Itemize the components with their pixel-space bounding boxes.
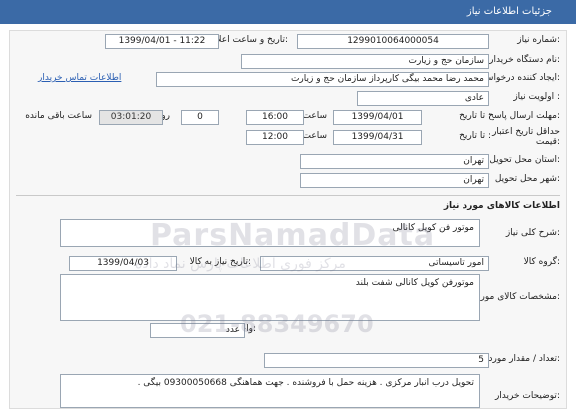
delivery-city-field: تهران — [300, 173, 489, 188]
delivery-province-label: استان محل تحویل: — [489, 155, 560, 165]
need-number-field: 1299010064000054 — [297, 34, 489, 49]
until-date-label: تا تاریخ : — [459, 111, 491, 121]
need-number-label: شماره نیاز: — [517, 35, 560, 45]
remaining-time-field: 03:01:20 — [99, 110, 163, 125]
buyer-contact-link[interactable]: اطلاعات تماس خریدار — [38, 73, 121, 83]
requester-field: محمد رضا محمد بیگی کارپرداز سازمان حج و … — [156, 72, 489, 87]
requester-label: ایجاد کننده درخواست: — [477, 73, 560, 83]
remaining-label: ساعت باقی مانده — [25, 111, 92, 121]
announce-datetime-field: 1399/04/01 - 11:22 — [105, 34, 219, 49]
priority-field: عادی — [357, 91, 489, 106]
watermark-phone: 021-88349670 — [180, 310, 374, 338]
buyer-org-label: نام دستگاه خریدار: — [489, 55, 560, 65]
watermark-line1: مرکز فوری اطلاعات پارس نماد داده — [135, 256, 346, 272]
send-deadline-date-field: 1399/04/01 — [333, 110, 422, 125]
buyer-org-field: سازمان حج و زیارت — [241, 54, 489, 69]
price-until-label: تا تاریخ : — [459, 131, 491, 141]
page-header: جزئیات اطلاعات نیاز — [0, 0, 576, 24]
quantity-field: 5 — [264, 353, 489, 368]
buyer-notes-label: توضیحات خریدار: — [494, 391, 560, 401]
delivery-province-field: تهران — [300, 154, 489, 169]
delivery-city-label: شهر محل تحویل: — [494, 174, 560, 184]
general-desc-label: شرح کلی نیاز: — [505, 228, 560, 238]
watermark-brand: ParsNamadData — [150, 218, 436, 253]
buyer-notes-field: تحویل درب انبار مرکزی . هزینه حمل با فرو… — [60, 374, 480, 408]
priority-label: اولویت نیاز : — [513, 92, 560, 102]
send-deadline-time-field: 16:00 — [246, 110, 304, 125]
send-deadline-label: مهلت ارسال پاسخ: — [488, 111, 560, 121]
price-validity-date-field: 1399/04/31 — [333, 130, 422, 145]
send-deadline-time-label: ساعت — [302, 111, 328, 121]
price-validity-time-label: ساعت — [302, 131, 328, 141]
page-title: جزئیات اطلاعات نیاز — [466, 6, 552, 17]
section-divider — [16, 195, 560, 196]
goods-section-title: اطلاعات کالاهای مورد نیاز — [443, 201, 560, 211]
price-validity-time-field: 12:00 — [246, 130, 304, 145]
remaining-days-field: 0 — [181, 110, 219, 125]
goods-group-label: گروه کالا: — [523, 257, 560, 267]
